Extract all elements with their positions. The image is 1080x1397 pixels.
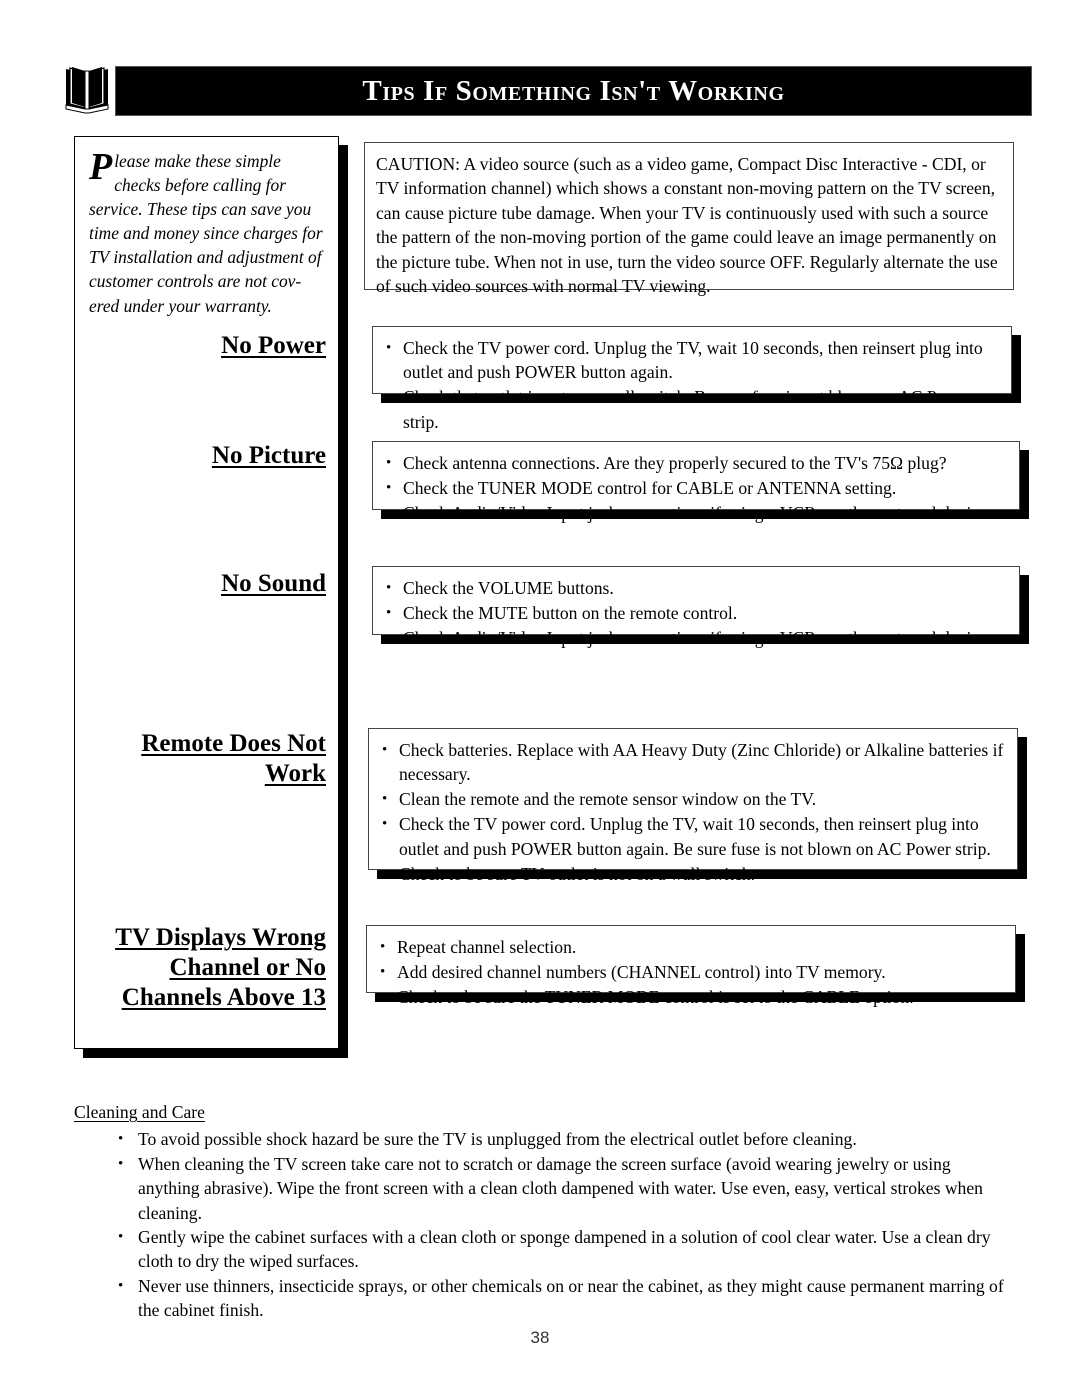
cleaning-and-care-title: Cleaning and Care: [74, 1102, 205, 1122]
list-item: Check antenna connections. Are they prop…: [384, 451, 1008, 476]
list-item: Check that outlet is not on a wall switc…: [384, 385, 1000, 434]
section-heading-tv-display: TV Displays Wrong Channel or No Channels…: [91, 923, 326, 1013]
tips-box-remote-body: Check batteries. Replace with AA Heavy D…: [369, 729, 1017, 892]
page-title: Tips If Something Isn't Working: [362, 75, 785, 107]
list-item: When cleaning the TV screen take care no…: [116, 1152, 1009, 1225]
section-heading-tv-display-line1: TV Displays Wrong: [115, 924, 326, 951]
list-item: Check batteries. Replace with AA Heavy D…: [380, 738, 1006, 787]
left-column-panel: Please make these simple checks before c…: [74, 136, 339, 1049]
section-heading-tv-display-line2: Channel or No: [169, 954, 326, 981]
list-item: Check the VOLUME buttons.: [384, 576, 1008, 601]
section-heading-remote-line1: Remote Does Not: [141, 730, 326, 757]
list-item: Clean the remote and the remote sensor w…: [380, 787, 1006, 812]
list-item: Check the TV power cord. Unplug the TV, …: [380, 812, 1006, 861]
caution-text: CAUTION: A video source (such as a video…: [376, 154, 998, 297]
list-item: Check the TUNER MODE control for CABLE o…: [384, 476, 1008, 501]
list-item: Add desired channel numbers (CHANNEL con…: [378, 960, 1004, 985]
section-heading-no-sound: No Sound: [91, 569, 326, 599]
tips-box-tv-display: Repeat channel selection. Add desired ch…: [366, 925, 1016, 1010]
section-heading-no-picture-label: No Picture: [211, 442, 326, 469]
list-item: Check Audio/Video Input jack connections…: [384, 626, 1008, 651]
intro-dropcap: P: [89, 146, 113, 188]
list-item: Check to be sure TV outlet is not on a w…: [380, 862, 1006, 887]
list-item: To avoid possible shock hazard be sure t…: [116, 1127, 1009, 1152]
page-number: 38: [530, 1328, 550, 1347]
tips-box-remote: Check batteries. Replace with AA Heavy D…: [368, 728, 1018, 886]
page-header: Tips If Something Isn't Working: [0, 0, 1080, 130]
tips-list-no-sound: Check the VOLUME buttons. Check the MUTE…: [384, 576, 1008, 651]
tips-box-no-picture: Check antenna connections. Are they prop…: [372, 441, 1020, 526]
cleaning-and-care-list: To avoid possible shock hazard be sure t…: [74, 1127, 1009, 1322]
tips-box-no-sound-body: Check the VOLUME buttons. Check the MUTE…: [373, 567, 1019, 657]
section-heading-remote: Remote Does Not Work: [91, 729, 326, 789]
caution-box-body: CAUTION: A video source (such as a video…: [365, 143, 1013, 304]
list-item: Repeat channel selection.: [378, 935, 1004, 960]
section-heading-no-sound-label: No Sound: [221, 570, 326, 597]
open-book-icon: [63, 63, 111, 115]
tips-list-tv-display: Repeat channel selection. Add desired ch…: [378, 935, 1004, 1010]
section-heading-tv-display-line3: Channels Above 13: [121, 984, 326, 1011]
section-heading-no-power: No Power: [91, 331, 326, 361]
intro-paragraph: Please make these simple checks before c…: [89, 146, 327, 318]
header-banner: Tips If Something Isn't Working: [115, 66, 1032, 116]
list-item: Check to be sure the TUNER MODE control …: [378, 985, 1004, 1010]
list-item: Gently wipe the cabinet surfaces with a …: [116, 1225, 1009, 1274]
section-heading-no-power-label: No Power: [221, 332, 326, 359]
section-heading-no-picture: No Picture: [91, 441, 326, 471]
list-item: Check the TV power cord. Unplug the TV, …: [384, 336, 1000, 385]
tips-box-no-picture-body: Check antenna connections. Are they prop…: [373, 442, 1019, 532]
tips-list-remote: Check batteries. Replace with AA Heavy D…: [380, 738, 1006, 886]
tips-list-no-power: Check the TV power cord. Unplug the TV, …: [384, 336, 1000, 434]
list-item: Check the MUTE button on the remote cont…: [384, 601, 1008, 626]
list-item: Check Audio/Video Input jack connections…: [384, 501, 1008, 526]
tips-box-no-sound: Check the VOLUME buttons. Check the MUTE…: [372, 566, 1020, 651]
tips-box-no-power: Check the TV power cord. Unplug the TV, …: [372, 326, 1012, 432]
section-heading-remote-line2: Work: [264, 760, 326, 787]
cleaning-and-care-section: Cleaning and Care To avoid possible shoc…: [74, 1100, 1009, 1323]
tips-box-tv-display-body: Repeat channel selection. Add desired ch…: [367, 926, 1015, 1016]
list-item: Never use thinners, insecticide sprays, …: [116, 1274, 1009, 1323]
tips-list-no-picture: Check antenna connections. Are they prop…: [384, 451, 1008, 526]
caution-box: CAUTION: A video source (such as a video…: [364, 142, 1014, 296]
intro-body: lease make these simple checks before ca…: [89, 151, 323, 316]
tips-box-no-power-body: Check the TV power cord. Unplug the TV, …: [373, 327, 1011, 441]
